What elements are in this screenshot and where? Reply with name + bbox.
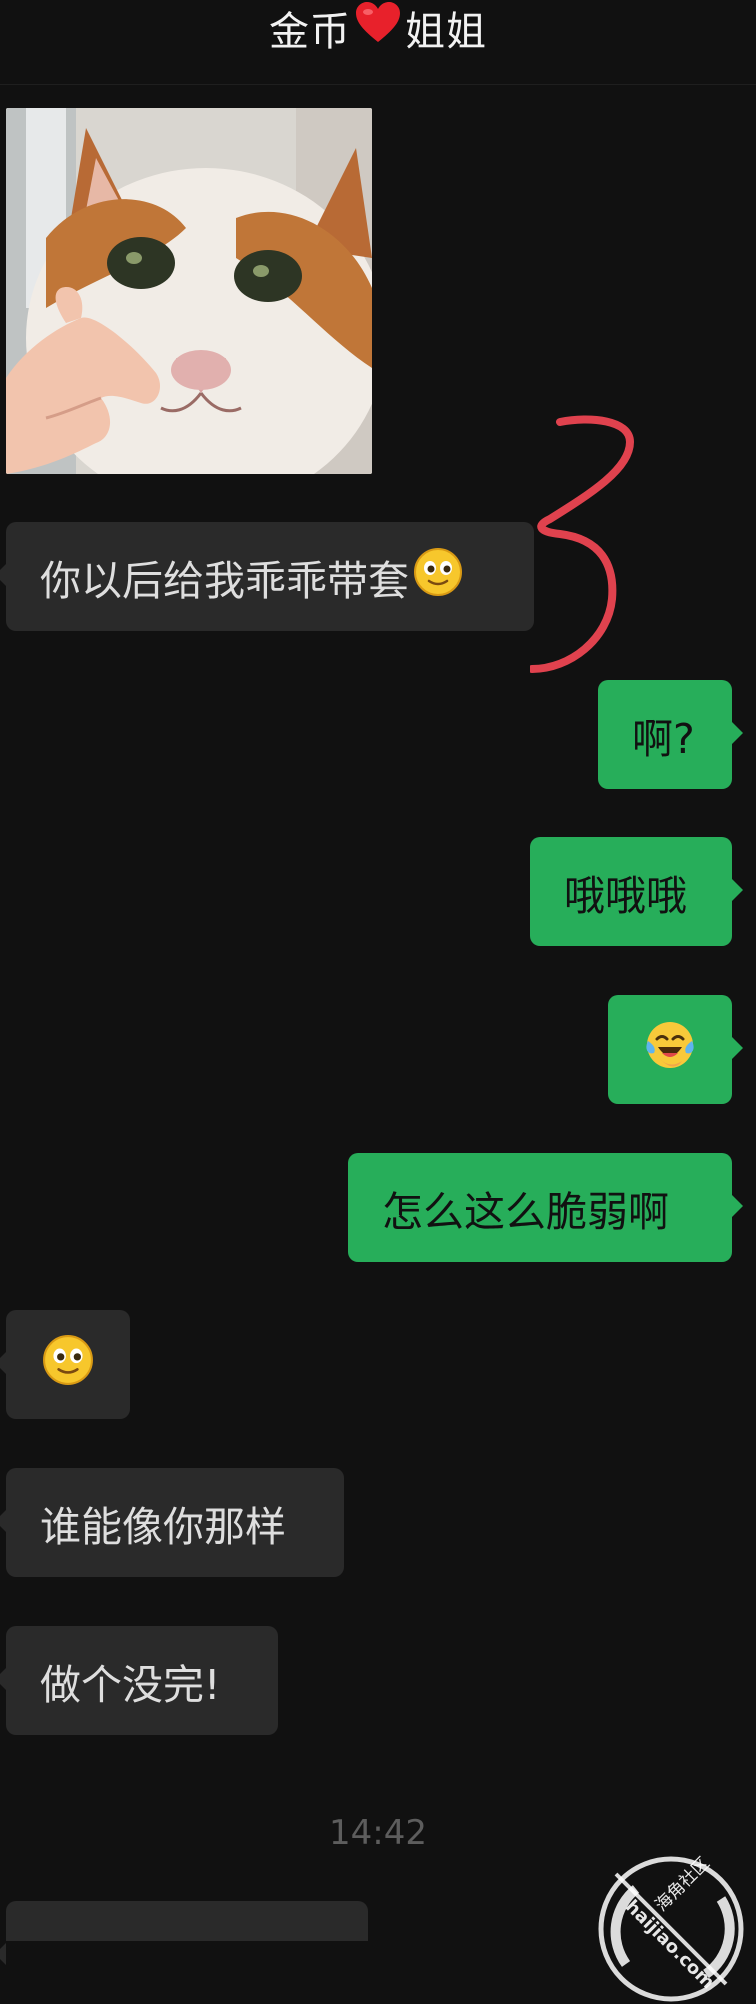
cat-sticker-image[interactable]	[6, 108, 372, 474]
laugh-cry-emoji-icon	[644, 1019, 696, 1081]
incoming-emoji-message[interactable]	[0, 1310, 130, 1419]
message-text: 谁能像你那样	[40, 1502, 286, 1551]
chat-title-left: 金币	[269, 9, 351, 55]
message-text: 做个没完!	[40, 1660, 221, 1709]
message-list[interactable]: 你以后给我乖乖带套 啊? 哦哦哦 怎么这么脆弱啊 谁能像你那样 做个没完! 14…	[0, 84, 756, 2002]
message-text: 啊?	[632, 714, 695, 763]
message-timestamp: 14:42	[329, 1813, 427, 1853]
message-text: 你以后给我乖乖带套	[40, 556, 409, 605]
chat-header: 金币 姐姐	[0, 0, 756, 85]
incoming-message-partial[interactable]	[0, 1901, 368, 1965]
chat-title[interactable]: 金币 姐姐	[0, 0, 756, 56]
outgoing-emoji-message[interactable]	[608, 995, 743, 1104]
incoming-message[interactable]: 做个没完!	[0, 1626, 278, 1735]
red-scribble-annotation	[530, 415, 634, 673]
chat-title-right: 姐姐	[405, 9, 487, 55]
red-heart-icon	[355, 2, 401, 54]
message-text: 怎么这么脆弱啊	[382, 1187, 669, 1236]
smile-emoji-icon	[42, 1334, 94, 1396]
outgoing-message[interactable]: 哦哦哦	[530, 837, 743, 946]
outgoing-message[interactable]: 啊?	[598, 680, 743, 789]
smile-emoji-icon	[413, 547, 463, 607]
outgoing-message[interactable]: 怎么这么脆弱啊	[348, 1153, 743, 1262]
incoming-message[interactable]: 谁能像你那样	[0, 1468, 344, 1577]
message-text: 哦哦哦	[564, 871, 687, 920]
incoming-message[interactable]: 你以后给我乖乖带套	[0, 522, 534, 631]
